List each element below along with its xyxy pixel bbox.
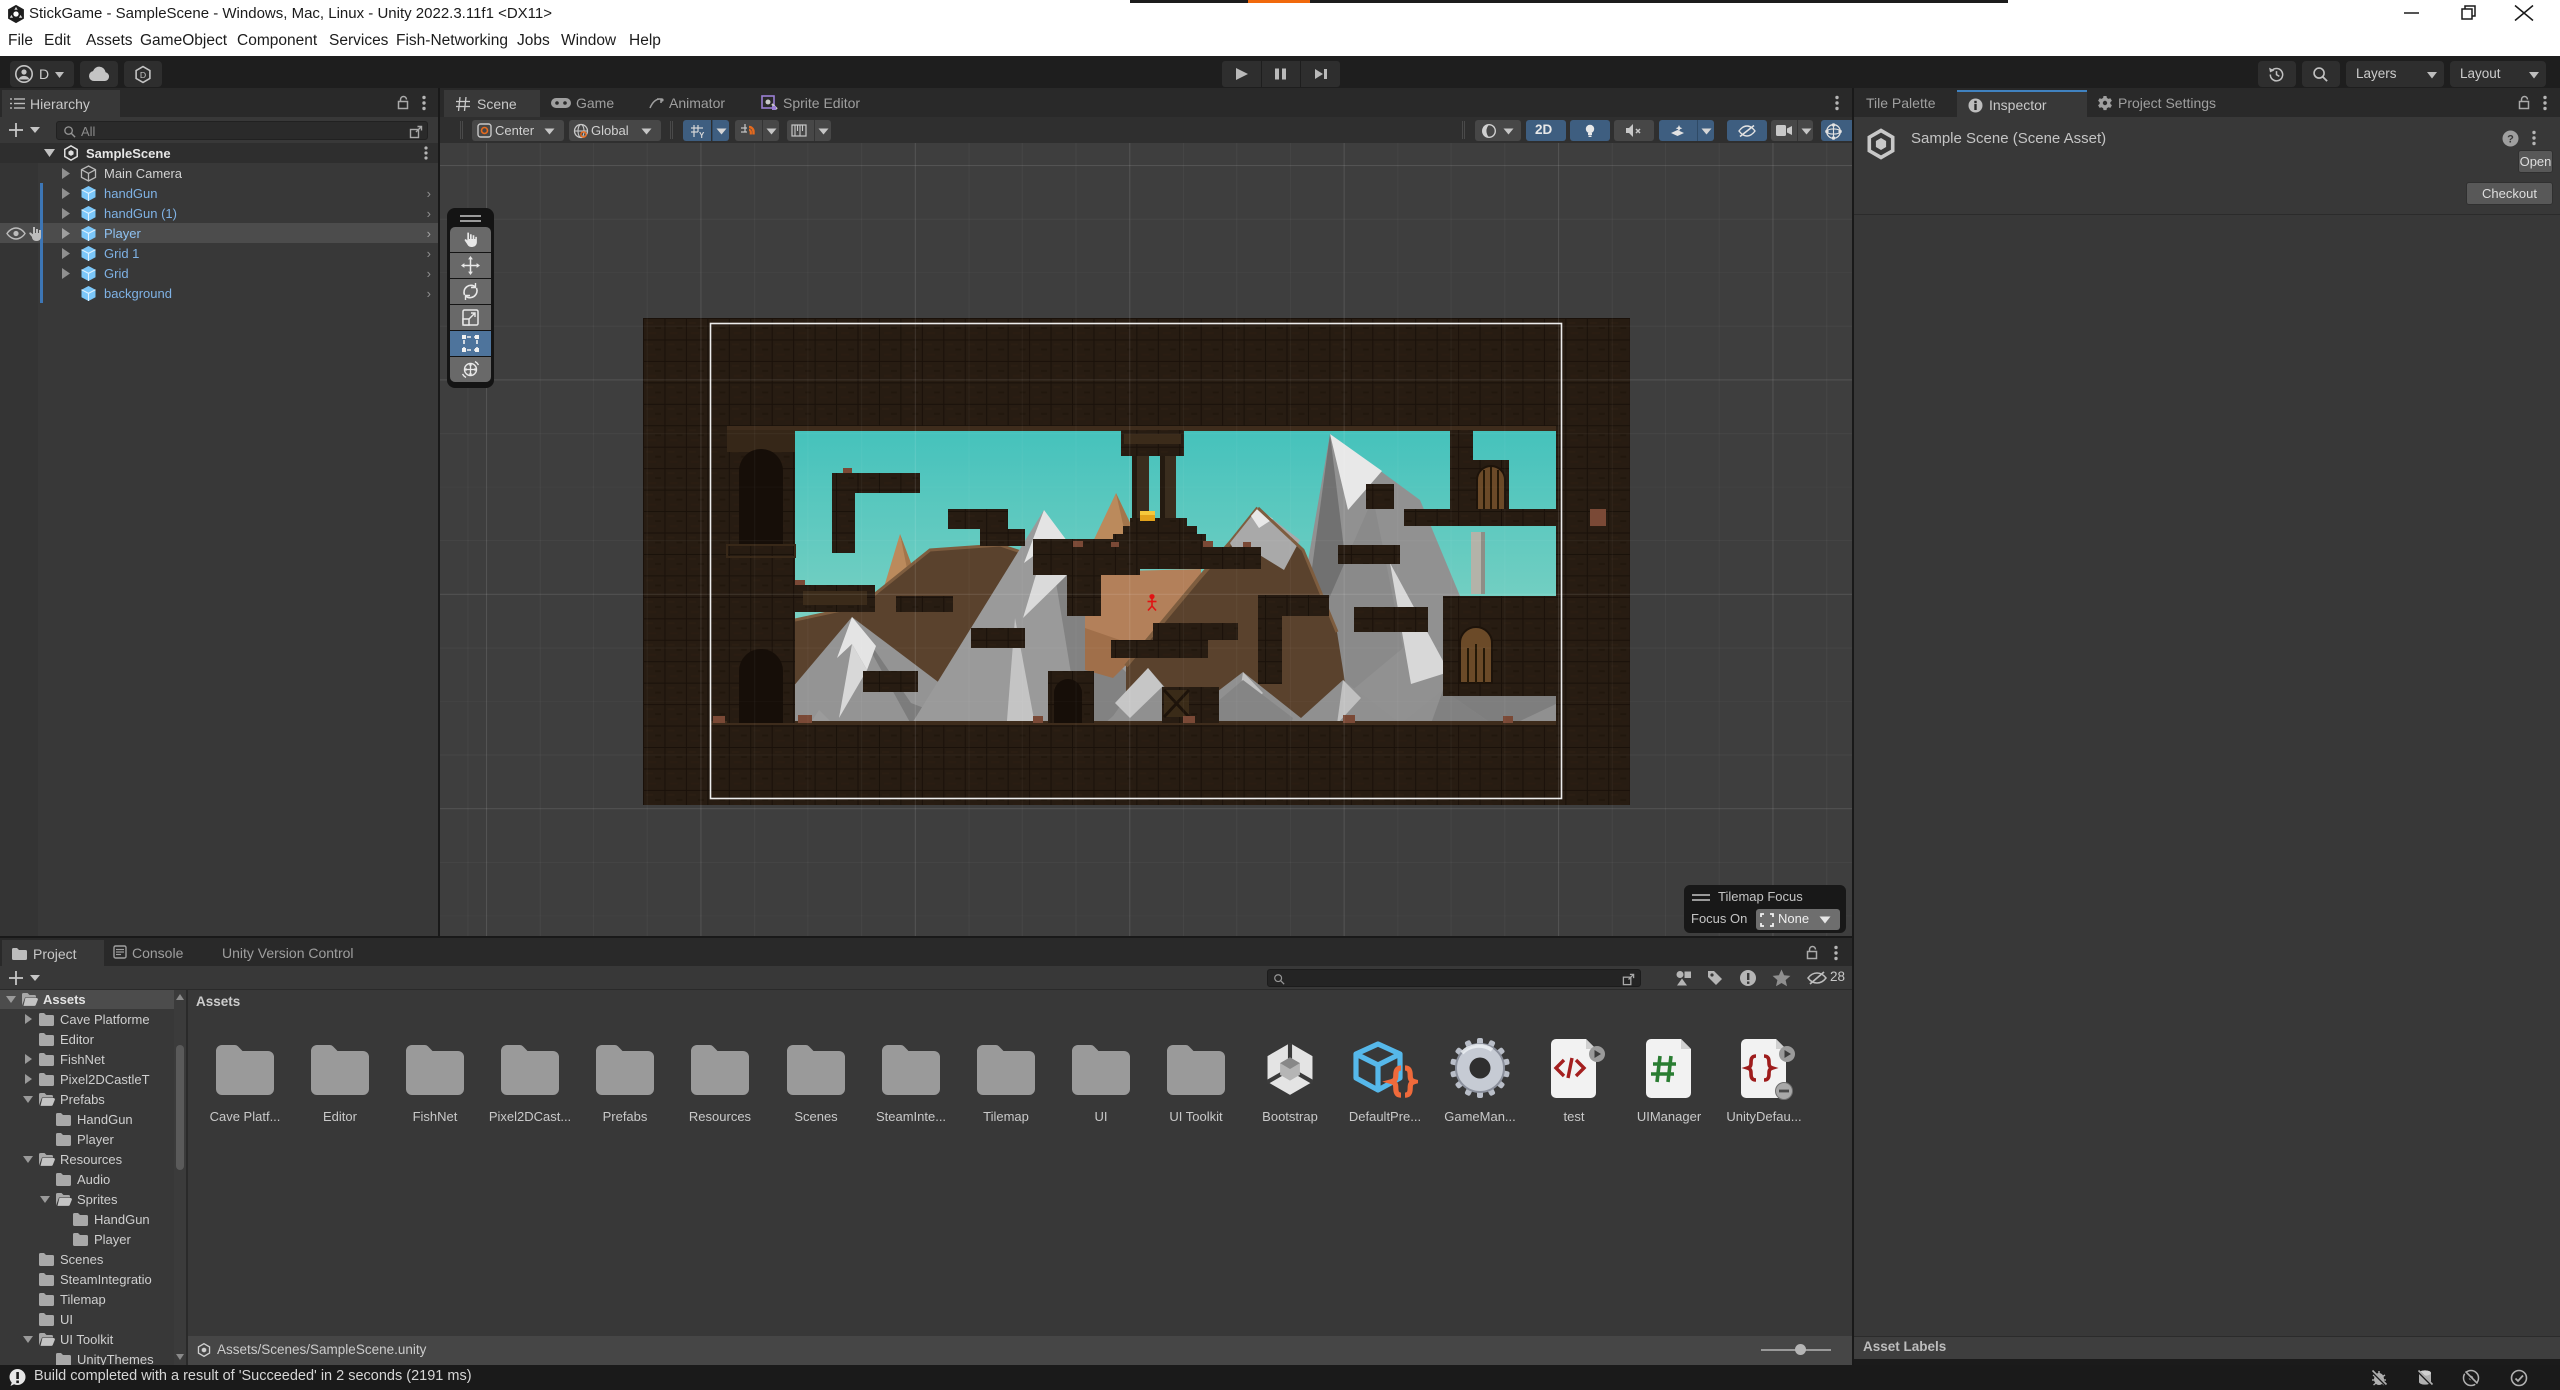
svg-text:?: ? [2507, 134, 2514, 146]
svg-text:D: D [140, 70, 146, 80]
svg-text:Y: Y [699, 131, 705, 139]
